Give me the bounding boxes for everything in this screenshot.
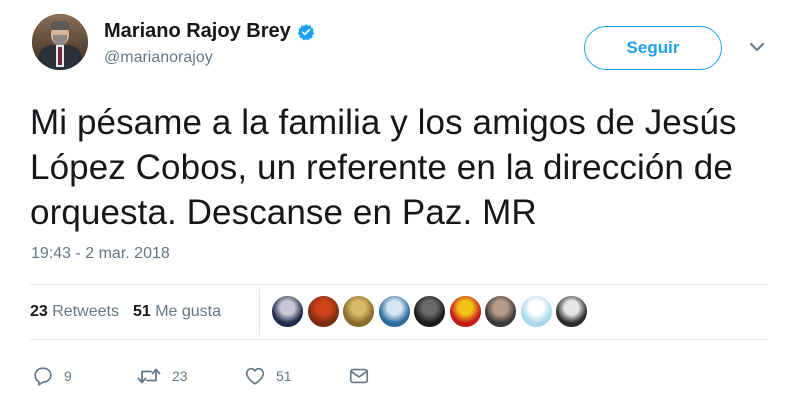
reply-action[interactable]: 9 (32, 360, 72, 392)
message-action[interactable] (348, 360, 370, 392)
like-count: 51 (276, 368, 292, 384)
author-avatar[interactable] (32, 14, 88, 70)
author-display-name[interactable]: Mariano Rajoy Brey (104, 20, 291, 43)
tweet-card: Mariano Rajoy Brey @marianorajoy Seguir … (0, 0, 800, 410)
tweet-stats: 23 Retweets 51 Me gusta (30, 303, 221, 321)
follow-button[interactable]: Seguir (584, 26, 722, 70)
likes-label: Me gusta (155, 303, 222, 320)
liker-avatar-2[interactable] (306, 295, 340, 328)
author-handle[interactable]: @marianorajoy (104, 49, 315, 67)
liker-avatar-7[interactable] (484, 295, 517, 328)
retweet-count: 23 (172, 368, 188, 384)
retweets-count: 23 (30, 303, 48, 320)
liker-avatar-6[interactable] (448, 295, 482, 328)
reply-count: 9 (64, 368, 72, 384)
reply-icon (34, 367, 52, 386)
liker-avatar-3[interactable] (342, 295, 375, 328)
verified-badge-icon (297, 23, 314, 40)
author-info: Mariano Rajoy Brey @marianorajoy (104, 20, 315, 67)
tweet-text: Mi pésame a la familia y los amigos de J… (30, 103, 737, 232)
liker-avatar-8[interactable] (519, 295, 553, 328)
stats-separator (259, 289, 260, 335)
divider (30, 284, 767, 285)
heart-icon (245, 367, 265, 385)
like-action[interactable]: 51 (244, 360, 292, 392)
likes-count: 51 (132, 303, 151, 320)
liker-avatar-4[interactable] (377, 295, 411, 328)
likes-stat[interactable]: 51 Me gusta (133, 303, 221, 320)
direct-message-icon (349, 368, 369, 384)
retweets-label: Retweets (52, 303, 119, 320)
liker-avatar-9[interactable] (555, 295, 588, 328)
chevron-down-icon[interactable] (748, 40, 766, 54)
retweets-stat[interactable]: 23 Retweets (30, 303, 119, 320)
divider (30, 339, 767, 340)
liker-avatar-5[interactable] (413, 295, 446, 328)
tweet-timestamp[interactable]: 19:43 - 2 mar. 2018 (31, 245, 170, 263)
retweet-action[interactable]: 23 (136, 360, 188, 392)
liker-avatar-1[interactable] (271, 295, 304, 328)
retweet-icon (137, 368, 161, 384)
